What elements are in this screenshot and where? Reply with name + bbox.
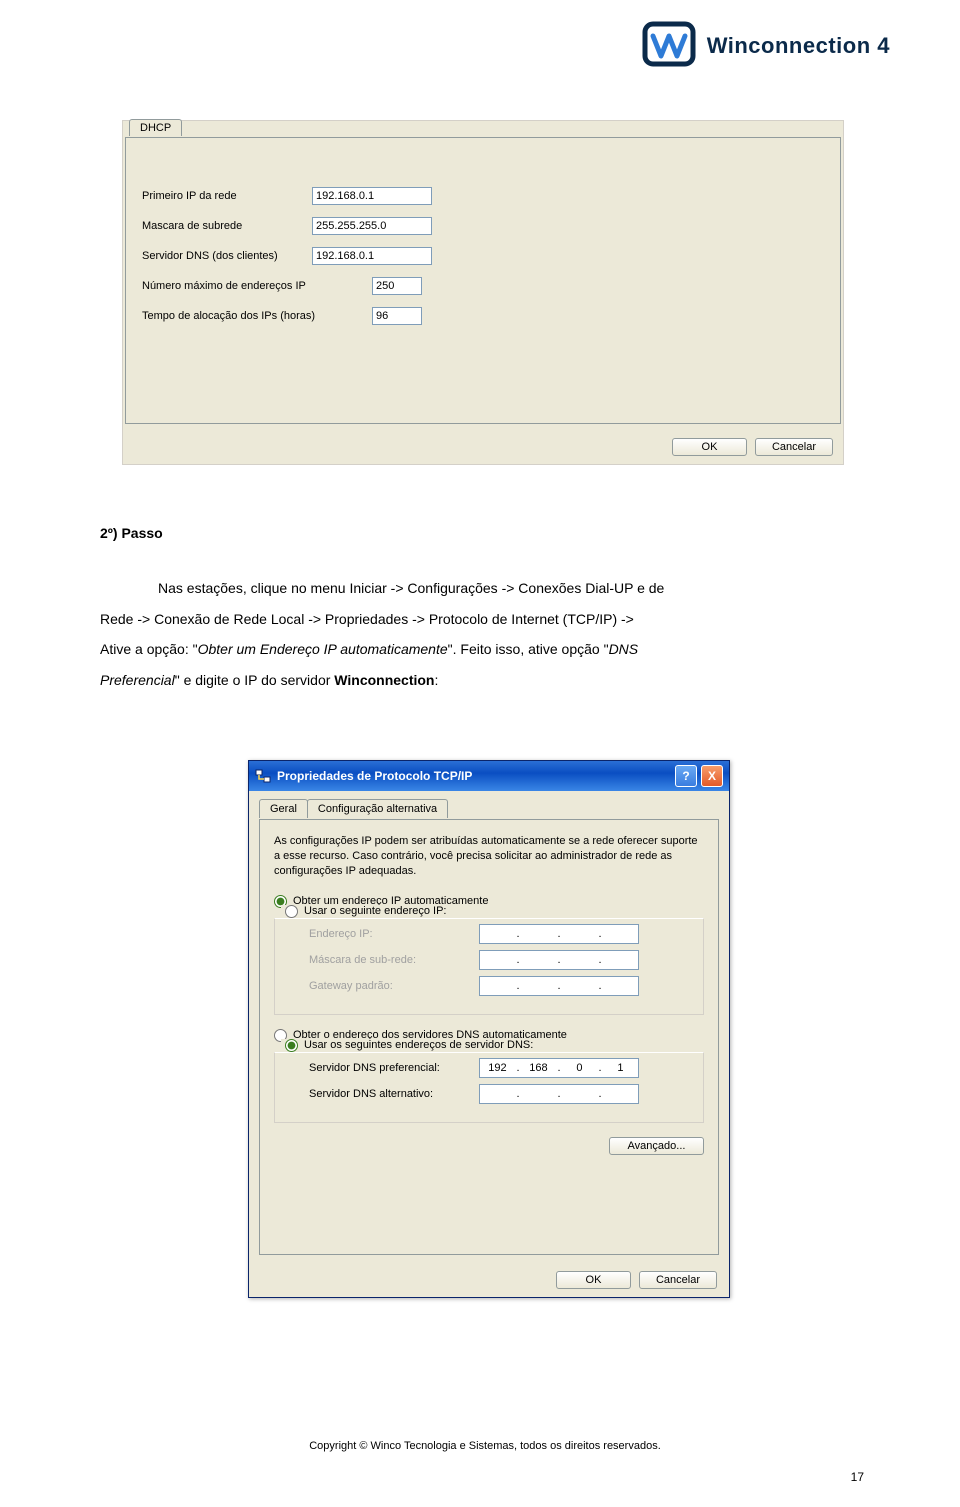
- input-max-enderecos[interactable]: [372, 277, 422, 295]
- label-gateway: Gateway padrão:: [309, 980, 479, 992]
- page-number: 17: [851, 1470, 864, 1484]
- input-dns-clientes[interactable]: [312, 247, 432, 265]
- input-dns-preferencial[interactable]: 192. 168. 0. 1: [479, 1058, 639, 1078]
- para-line4c: :: [434, 672, 438, 688]
- tab-config-alt[interactable]: Configuração alternativa: [307, 799, 448, 818]
- step-heading: 2º) Passo: [100, 525, 163, 541]
- group-static-ip: Usar o seguinte endereço IP: Endereço IP…: [274, 918, 704, 1015]
- input-gateway[interactable]: ...: [479, 976, 639, 996]
- input-mascara[interactable]: [312, 217, 432, 235]
- dns1-octet-a: 192: [481, 1062, 513, 1074]
- cancel-button[interactable]: Cancelar: [639, 1271, 717, 1289]
- para-line1: Nas estações, clique no menu Iniciar -> …: [158, 580, 664, 596]
- group-static-dns: Usar os seguintes endereços de servidor …: [274, 1052, 704, 1123]
- tab-panel-geral: As configurações IP podem ser atribuídas…: [259, 819, 719, 1255]
- network-icon: [255, 768, 271, 784]
- ok-button[interactable]: OK: [556, 1271, 631, 1289]
- para-line3-italic: Obter um Endereço IP automaticamente: [198, 641, 448, 657]
- label-usar-ip: Usar o seguinte endereço IP:: [304, 905, 446, 917]
- tab-geral[interactable]: Geral: [259, 799, 308, 818]
- label-dns-alternativo: Servidor DNS alternativo:: [309, 1088, 479, 1100]
- close-button[interactable]: X: [701, 765, 723, 787]
- dns1-octet-b: 168: [522, 1062, 554, 1074]
- dns1-octet-c: 0: [563, 1062, 595, 1074]
- tab-dhcp[interactable]: DHCP: [129, 119, 182, 136]
- dialog-tabs: Geral Configuração alternativa: [259, 799, 447, 818]
- cancel-button[interactable]: Cancelar: [755, 438, 833, 456]
- input-mascara-subrede[interactable]: ...: [479, 950, 639, 970]
- input-primeiro-ip[interactable]: [312, 187, 432, 205]
- label-mascara-subrede: Máscara de sub-rede:: [309, 954, 479, 966]
- dhcp-panel: DHCP Primeiro IP da rede Mascara de subr…: [122, 120, 844, 465]
- para-line4b: " e digite o IP do servidor: [175, 672, 335, 688]
- dhcp-inner: Primeiro IP da rede Mascara de subrede S…: [125, 137, 841, 424]
- para-line3c: DNS: [609, 641, 639, 657]
- advanced-button[interactable]: Avançado...: [609, 1137, 704, 1155]
- label-usar-dns: Usar os seguintes endereços de servidor …: [304, 1039, 533, 1051]
- para-line4-italic: Preferencial: [100, 672, 175, 688]
- winconnection-logo-icon: [639, 20, 699, 72]
- dialog-title: Propriedades de Protocolo TCP/IP: [277, 769, 472, 783]
- radio-usar-dns[interactable]: [285, 1039, 298, 1052]
- brand-text: Winconnection 4: [707, 33, 890, 59]
- dialog-titlebar[interactable]: Propriedades de Protocolo TCP/IP ? X: [249, 761, 729, 791]
- label-max-enderecos: Número máximo de endereços IP: [142, 280, 372, 292]
- label-tempo-alocacao: Tempo de alocação dos IPs (horas): [142, 310, 372, 322]
- input-tempo-alocacao[interactable]: [372, 307, 422, 325]
- label-endereco-ip: Endereço IP:: [309, 928, 479, 940]
- para-line3b: ". Feito isso, ative opção ": [448, 641, 609, 657]
- page-footer-copyright: Copyright © Winco Tecnologia e Sistemas,…: [100, 1440, 870, 1452]
- para-line4-bold: Winconnection: [334, 672, 434, 688]
- para-line3a: Ative a opção: ": [100, 641, 198, 657]
- para-line2: Rede -> Conexão de Rede Local -> Proprie…: [100, 611, 634, 627]
- dns1-octet-d: 1: [604, 1062, 636, 1074]
- info-text: As configurações IP podem ser atribuídas…: [274, 834, 704, 879]
- ok-button[interactable]: OK: [672, 438, 747, 456]
- label-dns-clientes: Servidor DNS (dos clientes): [142, 250, 312, 262]
- brand-header: Winconnection 4: [639, 20, 890, 72]
- help-button[interactable]: ?: [675, 765, 697, 787]
- label-mascara: Mascara de subrede: [142, 220, 312, 232]
- tcpip-properties-dialog: Propriedades de Protocolo TCP/IP ? X Ger…: [248, 760, 730, 1298]
- input-endereco-ip[interactable]: ...: [479, 924, 639, 944]
- input-dns-alternativo[interactable]: ...: [479, 1084, 639, 1104]
- label-primeiro-ip: Primeiro IP da rede: [142, 190, 312, 202]
- instruction-paragraph: 2º) Passo Nas estações, clique no menu I…: [100, 518, 870, 696]
- label-dns-preferencial: Servidor DNS preferencial:: [309, 1062, 479, 1074]
- radio-usar-ip[interactable]: [285, 905, 298, 918]
